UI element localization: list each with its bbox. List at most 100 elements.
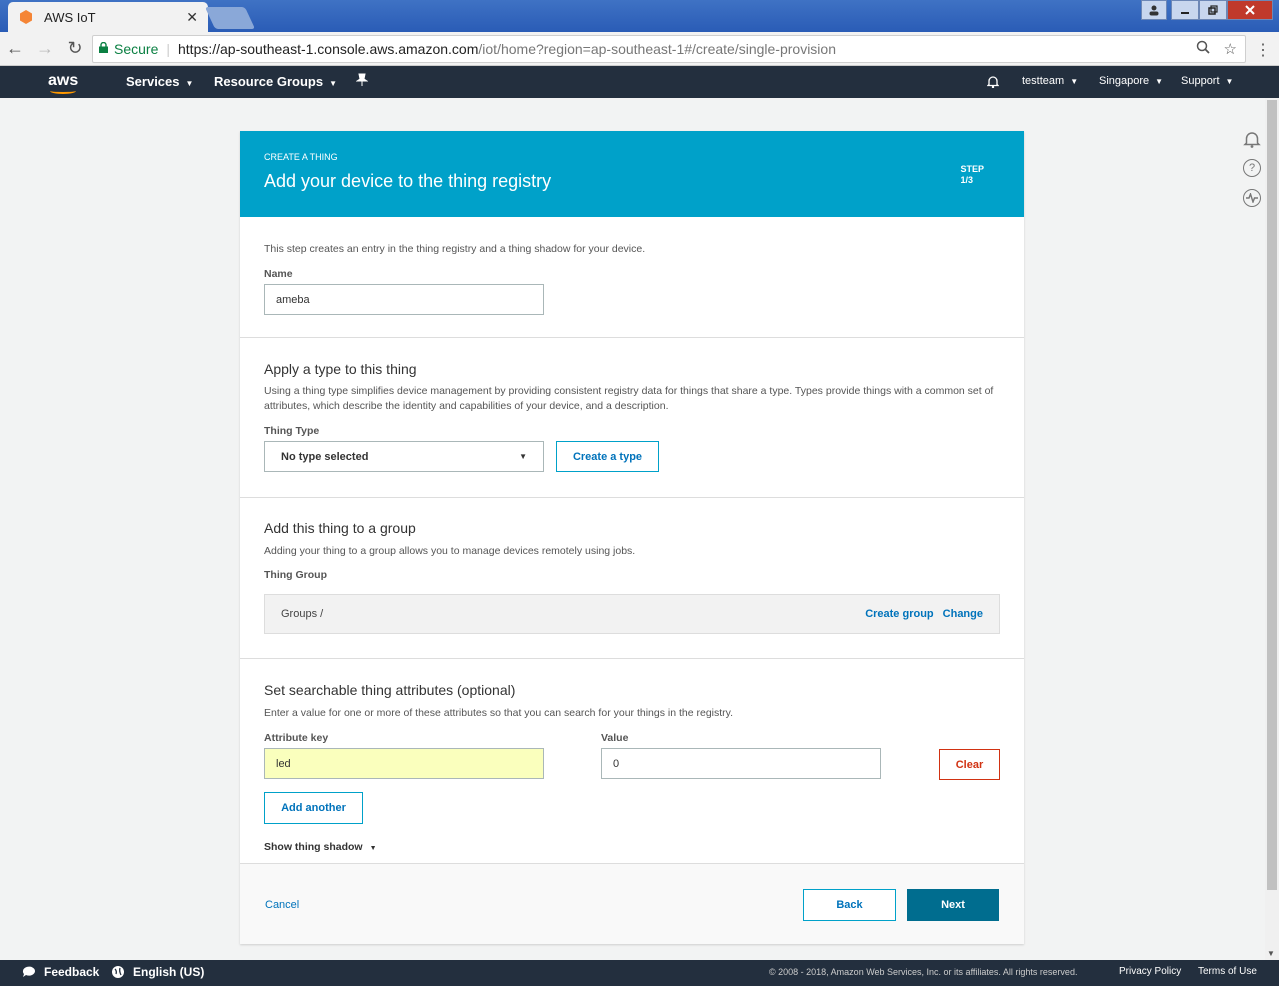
group-section-desc: Adding your thing to a group allows you …: [264, 545, 636, 557]
group-selector: Groups / Create group Change: [264, 594, 1000, 634]
account-menu[interactable]: testteam ▼: [1022, 75, 1078, 87]
attribute-value-label: Value: [601, 732, 629, 744]
pin-icon[interactable]: [355, 73, 369, 90]
zoom-icon[interactable]: [1196, 40, 1210, 58]
support-menu[interactable]: Support ▼: [1181, 75, 1233, 87]
name-input[interactable]: ameba: [264, 284, 544, 315]
terms-of-use-link[interactable]: Terms of Use: [1198, 966, 1257, 977]
thing-type-select[interactable]: No type selected ▼: [264, 441, 544, 472]
notifications-bell-icon[interactable]: [1243, 130, 1261, 148]
attributes-section: Set searchable thing attributes (optiona…: [240, 659, 1024, 864]
wizard-eyebrow: CREATE A THING: [264, 152, 338, 162]
step-label: STEP: [960, 164, 984, 174]
chevron-down-icon: ▼: [329, 79, 338, 88]
type-section-desc: Using a thing type simplifies device man…: [264, 385, 994, 412]
thing-type-label: Thing Type: [264, 425, 320, 437]
show-shadow-label: Show thing shadow: [264, 841, 363, 853]
chevron-down-icon: ▼: [1225, 77, 1234, 86]
back-button[interactable]: Back: [803, 889, 896, 921]
url-path: /iot/home?region=ap-southeast-1#/create/…: [478, 41, 836, 57]
feedback-button[interactable]: Feedback: [22, 965, 99, 979]
minimize-icon[interactable]: [1171, 0, 1199, 20]
aws-top-nav: aws Services ▼ Resource Groups ▼ testteam ▼…: [0, 66, 1279, 98]
thing-group-label: Thing Group: [264, 569, 327, 581]
new-tab-button[interactable]: [204, 7, 256, 29]
help-icon[interactable]: ?: [1243, 159, 1261, 177]
tab-title: AWS IoT: [44, 9, 96, 25]
groups-breadcrumb: Groups /: [281, 608, 324, 620]
copyright-text: © 2008 - 2018, Amazon Web Services, Inc.…: [769, 967, 1078, 977]
next-button[interactable]: Next: [907, 889, 999, 921]
browser-titlebar: AWS IoT ✕: [0, 0, 1279, 32]
show-thing-shadow-toggle[interactable]: Show thing shadow ▼: [264, 841, 377, 853]
add-another-button[interactable]: Add another: [264, 792, 363, 824]
cancel-link[interactable]: Cancel: [265, 899, 299, 911]
resource-groups-menu[interactable]: Resource Groups ▼: [214, 74, 337, 89]
privacy-policy-link[interactable]: Privacy Policy: [1119, 966, 1181, 977]
language-selector[interactable]: English (US): [111, 965, 204, 979]
name-section: This step creates an entry in the thing …: [240, 217, 1024, 338]
clear-attribute-button[interactable]: Clear: [939, 749, 1000, 780]
scroll-down-icon[interactable]: ▼: [1267, 949, 1275, 958]
address-bar[interactable]: Secure | https://ap-southeast-1.console.…: [92, 35, 1246, 63]
feedback-label: Feedback: [44, 965, 100, 979]
group-section-title: Add this thing to a group: [264, 520, 416, 536]
chevron-down-icon: ▼: [185, 79, 194, 88]
change-group-link[interactable]: Change: [943, 608, 983, 620]
card-header: CREATE A THING Add your device to the th…: [240, 131, 1024, 217]
divider: |: [166, 41, 170, 57]
create-thing-card: CREATE A THING Add your device to the th…: [240, 131, 1024, 944]
step-value: 1/3: [960, 175, 973, 185]
attribute-value-input[interactable]: 0: [601, 748, 881, 779]
forward-arrow-icon[interactable]: →: [30, 38, 60, 59]
chevron-down-icon: ▼: [1155, 77, 1164, 86]
close-window-icon[interactable]: [1227, 0, 1273, 20]
bell-icon[interactable]: [986, 75, 1000, 91]
lock-icon: [99, 41, 108, 56]
page-title: Add your device to the thing registry: [264, 171, 552, 191]
reload-icon[interactable]: ↻: [60, 38, 90, 59]
attributes-section-title: Set searchable thing attributes (optiona…: [264, 682, 516, 698]
tab-close-icon[interactable]: ✕: [186, 9, 198, 26]
services-menu[interactable]: Services ▼: [126, 74, 193, 89]
browser-tab[interactable]: AWS IoT ✕: [8, 2, 208, 32]
resource-groups-label: Resource Groups: [214, 74, 324, 89]
browser-menu-icon[interactable]: ⋮: [1255, 40, 1271, 60]
profile-icon[interactable]: [1141, 0, 1167, 20]
browser-toolbar: ← → ↻ Secure | https://ap-southeast-1.co…: [0, 32, 1279, 66]
url-host: https://ap-southeast-1.console.aws.amazo…: [178, 41, 479, 57]
console-footer: Feedback English (US) © 2008 - 2018, Ama…: [0, 960, 1279, 986]
caret-down-icon: ▼: [519, 452, 527, 461]
support-label: Support: [1181, 75, 1220, 87]
attribute-key-input[interactable]: led: [264, 748, 544, 779]
step-indicator: STEP 1/3: [960, 164, 984, 186]
secure-label: Secure: [114, 41, 159, 57]
aws-logo-smile: [50, 88, 76, 94]
thing-type-section: Apply a type to this thing Using a thing…: [240, 338, 1024, 498]
back-arrow-icon[interactable]: ←: [0, 38, 30, 59]
activity-icon[interactable]: [1243, 189, 1261, 207]
attribute-key-label: Attribute key: [264, 732, 329, 744]
region-label: Singapore: [1099, 75, 1150, 87]
language-label: English (US): [133, 965, 205, 979]
type-section-title: Apply a type to this thing: [264, 361, 417, 377]
thing-type-value: No type selected: [281, 450, 369, 463]
thing-group-section: Add this thing to a group Adding your th…: [240, 498, 1024, 659]
star-icon[interactable]: ☆: [1224, 40, 1237, 58]
restore-icon[interactable]: [1199, 0, 1227, 20]
services-label: Services: [126, 74, 180, 89]
create-type-button[interactable]: Create a type: [556, 441, 659, 472]
attributes-section-desc: Enter a value for one or more of these a…: [264, 707, 734, 719]
window-controls: [1141, 0, 1273, 20]
page-scrollbar[interactable]: ▼: [1265, 98, 1279, 960]
scrollbar-thumb[interactable]: [1267, 100, 1277, 890]
aws-favicon-icon: [18, 9, 34, 25]
intro-text: This step creates an entry in the thing …: [264, 243, 646, 255]
speech-bubble-icon: [22, 966, 35, 977]
wizard-footer: Cancel Back Next: [240, 864, 1024, 944]
create-group-link[interactable]: Create group: [865, 608, 933, 620]
chevron-down-icon: ▼: [1070, 77, 1079, 86]
name-label: Name: [264, 268, 293, 280]
region-menu[interactable]: Singapore ▼: [1099, 75, 1163, 87]
caret-down-icon: ▼: [369, 845, 377, 852]
